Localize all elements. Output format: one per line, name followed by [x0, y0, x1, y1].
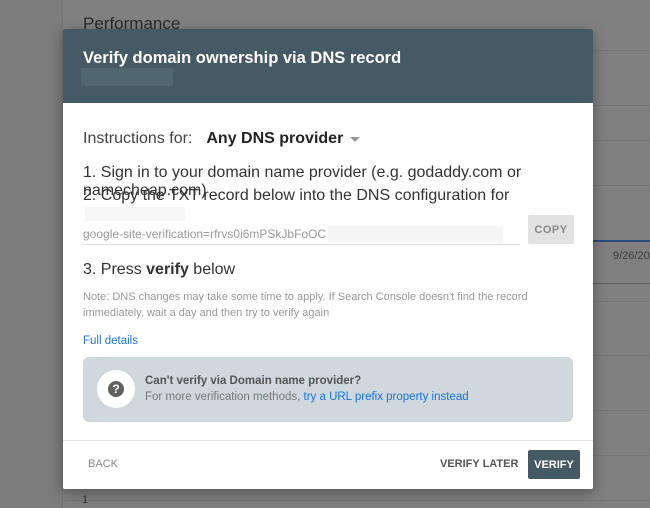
- redacted-domain: [81, 68, 173, 86]
- redacted-domain: [85, 206, 185, 221]
- back-button[interactable]: BACK: [88, 458, 118, 470]
- dns-note: Note: DNS changes may take some time to …: [83, 291, 528, 319]
- help-title: Can't verify via Domain name provider?: [145, 375, 362, 387]
- background-divider: [63, 500, 650, 501]
- step-2: 2. Copy the TXT record below into the DN…: [83, 187, 593, 223]
- txt-record-field[interactable]: google-site-verification=rfrvs0i6mPSkJbF…: [83, 224, 520, 245]
- step-3-prefix: 3. Press: [83, 261, 147, 278]
- provider-dropdown[interactable]: Any DNS provider: [206, 130, 361, 148]
- step-2-text: 2. Copy the TXT record below into the DN…: [83, 187, 510, 204]
- verify-button[interactable]: VERIFY: [528, 450, 580, 479]
- full-details-link[interactable]: Full details: [83, 335, 138, 347]
- left-rail: [0, 0, 63, 508]
- step-3: 3. Press verify below: [83, 261, 235, 279]
- help-icon-circle: ?: [97, 370, 135, 408]
- provider-selected: Any DNS provider: [206, 130, 344, 147]
- help-text: For more verification methods, try a URL…: [145, 391, 469, 403]
- instructions-label: Instructions for:: [83, 130, 193, 147]
- background-date-label: 9/26/20: [613, 250, 650, 262]
- help-icon: ?: [108, 381, 124, 397]
- help-box: ? Can't verify via Domain name provider?…: [83, 357, 573, 422]
- step-3-suffix: below: [188, 261, 236, 278]
- step-3-bold: verify: [146, 261, 189, 278]
- url-prefix-link[interactable]: try a URL prefix property instead: [304, 391, 469, 403]
- help-text-prefix: For more verification methods,: [145, 391, 304, 403]
- dialog-title: Verify domain ownership via DNS record: [83, 49, 402, 67]
- txt-record-value: google-site-verification=rfrvs0i6mPSkJbF…: [83, 227, 327, 241]
- verify-later-button[interactable]: VERIFY LATER: [440, 458, 518, 470]
- background-row-value: 1: [82, 494, 89, 506]
- copy-button[interactable]: COPY: [528, 215, 574, 244]
- chevron-down-icon: [350, 136, 361, 142]
- redacted-token: [328, 226, 504, 242]
- verify-dns-dialog: Verify domain ownership via DNS record I…: [63, 29, 593, 489]
- dialog-header: Verify domain ownership via DNS record: [63, 29, 593, 103]
- dialog-footer: BACK VERIFY LATER VERIFY: [63, 440, 593, 489]
- instructions-row: Instructions for: Any DNS provider: [83, 130, 361, 148]
